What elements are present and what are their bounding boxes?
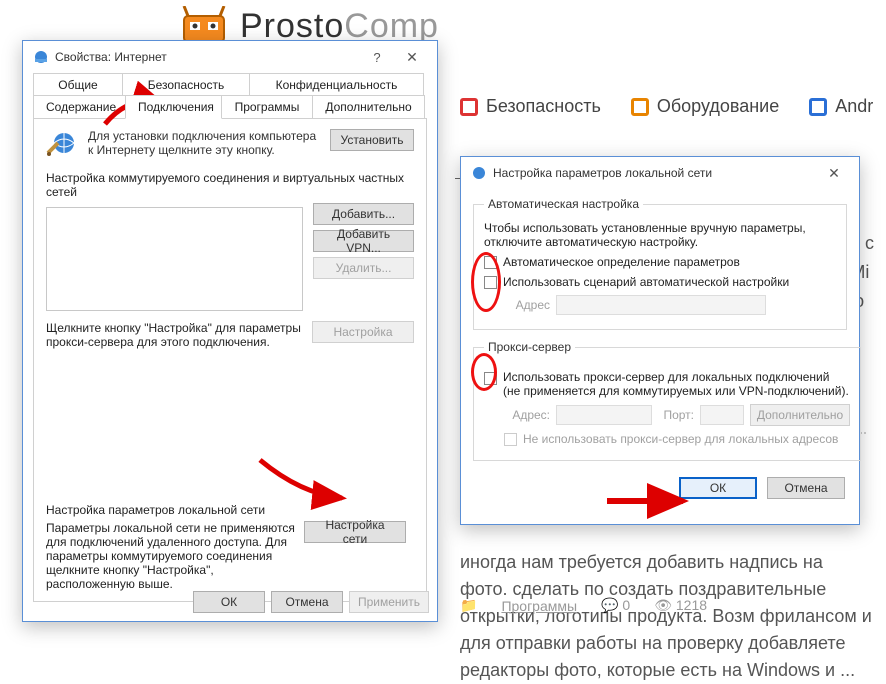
cat-hardware[interactable]: Оборудование [631,96,779,117]
close-button[interactable]: ✕ [393,49,431,66]
auto-hint: Чтобы использовать установленные вручную… [484,221,836,249]
comments-icon: 💬 0 [601,597,630,614]
titlebar: Свойства: Интернет ? ✕ [23,41,437,73]
auto-detect-label: Автоматическое определение параметров [503,255,740,269]
connections-pane: Для установки подключения компьютера к И… [33,118,427,602]
bypass-local-label: Не использовать прокси-сервер для локаль… [523,432,838,446]
article-meta: 📁 Программы 💬 0 👁 1218 [460,597,707,614]
dialup-section-label: Настройка коммутируемого соединения и ви… [46,171,414,199]
help-button[interactable]: ? [361,50,393,65]
tab-general[interactable]: Общие [33,73,123,96]
connections-list[interactable] [46,207,303,311]
cancel-button[interactable]: Отмена [271,591,343,613]
titlebar: Настройка параметров локальной сети ✕ [461,157,859,189]
cat-android[interactable]: Andr [809,96,873,117]
add-vpn-button[interactable]: Добавить VPN... [313,230,414,252]
proxy-legend: Прокси-сервер [484,340,575,354]
tab-advanced[interactable]: Дополнительно [312,95,425,119]
lan-settings-dialog: Настройка параметров локальной сети ✕ Ав… [460,156,860,525]
proxy-address-input [556,405,652,425]
use-proxy-checkbox[interactable] [484,372,497,385]
auto-detect-checkbox[interactable] [484,256,497,269]
setup-hint: Для установки подключения компьютера к И… [88,129,320,157]
auto-config-group: Автоматическая настройка Чтобы использов… [473,197,847,330]
phone-icon [809,98,827,116]
add-button[interactable]: Добавить... [313,203,414,225]
tab-security[interactable]: Безопасность [122,73,250,96]
script-address-input [556,295,766,315]
proxy-port-label: Порт: [658,408,694,422]
use-proxy-label: Использовать прокси-сервер для локальных… [503,370,850,398]
delete-button: Удалить... [313,257,414,279]
internet-options-icon [471,165,487,181]
proxy-port-input [700,405,744,425]
globe-wizard-icon [46,129,78,161]
lan-settings-button[interactable]: Настройка сети [304,521,406,543]
cat-security[interactable]: Безопасность [460,96,601,117]
auto-script-label: Использовать сценарий автоматической нас… [503,275,789,289]
lan-section-label: Настройка параметров локальной сети [46,503,414,517]
ok-button[interactable]: ОК [193,591,265,613]
settings-button: Настройка [312,321,414,343]
close-button[interactable]: ✕ [815,165,853,182]
proxy-group: Прокси-сервер Использовать прокси-сервер… [473,340,861,461]
folder-icon: 📁 [460,597,477,614]
lan-note: Параметры локальной сети не применяются … [46,521,296,591]
chip-icon [631,98,649,116]
dialog-title: Настройка параметров локальной сети [493,166,815,180]
category-nav: Безопасность Оборудование Andr [460,96,886,117]
dialog-buttons: ОК Отмена Применить [23,583,437,621]
tab-programs[interactable]: Программы [221,95,313,119]
internet-options-icon [33,49,49,65]
bypass-local-checkbox [504,433,517,446]
cancel-button[interactable]: Отмена [767,477,845,499]
install-button[interactable]: Установить [330,129,414,151]
proxy-address-label: Адрес: [504,408,550,422]
advanced-button: Дополнительно [750,404,850,426]
proxy-hint: Щелкните кнопку "Настройка" для параметр… [46,321,302,349]
script-address-label: Адрес [504,298,550,312]
views-icon: 👁 1218 [654,597,707,614]
tab-connections[interactable]: Подключения [125,95,222,119]
internet-properties-dialog: Свойства: Интернет ? ✕ Общие Безопасност… [22,40,438,622]
auto-script-checkbox[interactable] [484,276,497,289]
meta-category-link[interactable]: Программы [501,598,577,614]
tab-content[interactable]: Содержание [33,95,126,119]
dialog-title: Свойства: Интернет [55,50,361,64]
tab-privacy[interactable]: Конфиденциальность [249,73,424,96]
ok-button[interactable]: ОК [679,477,757,499]
shield-icon [460,98,478,116]
apply-button: Применить [349,591,429,613]
auto-config-legend: Автоматическая настройка [484,197,643,211]
